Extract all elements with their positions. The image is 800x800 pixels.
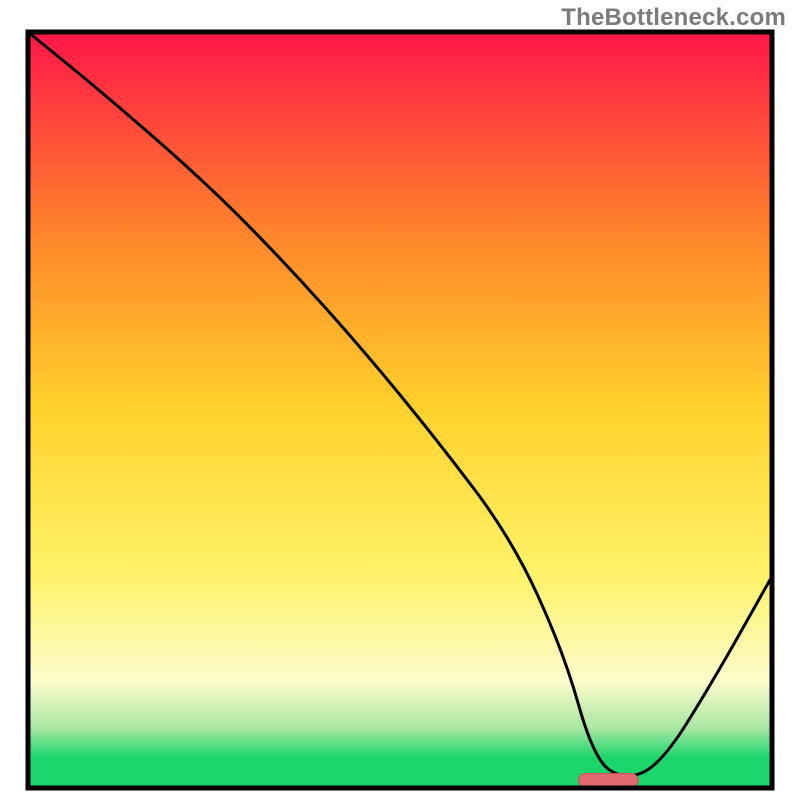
- bottleneck-chart: [0, 0, 800, 800]
- plot-background: [28, 32, 772, 788]
- chart-stage: TheBottleneck.com: [0, 0, 800, 800]
- optimal-range-marker: [579, 773, 639, 787]
